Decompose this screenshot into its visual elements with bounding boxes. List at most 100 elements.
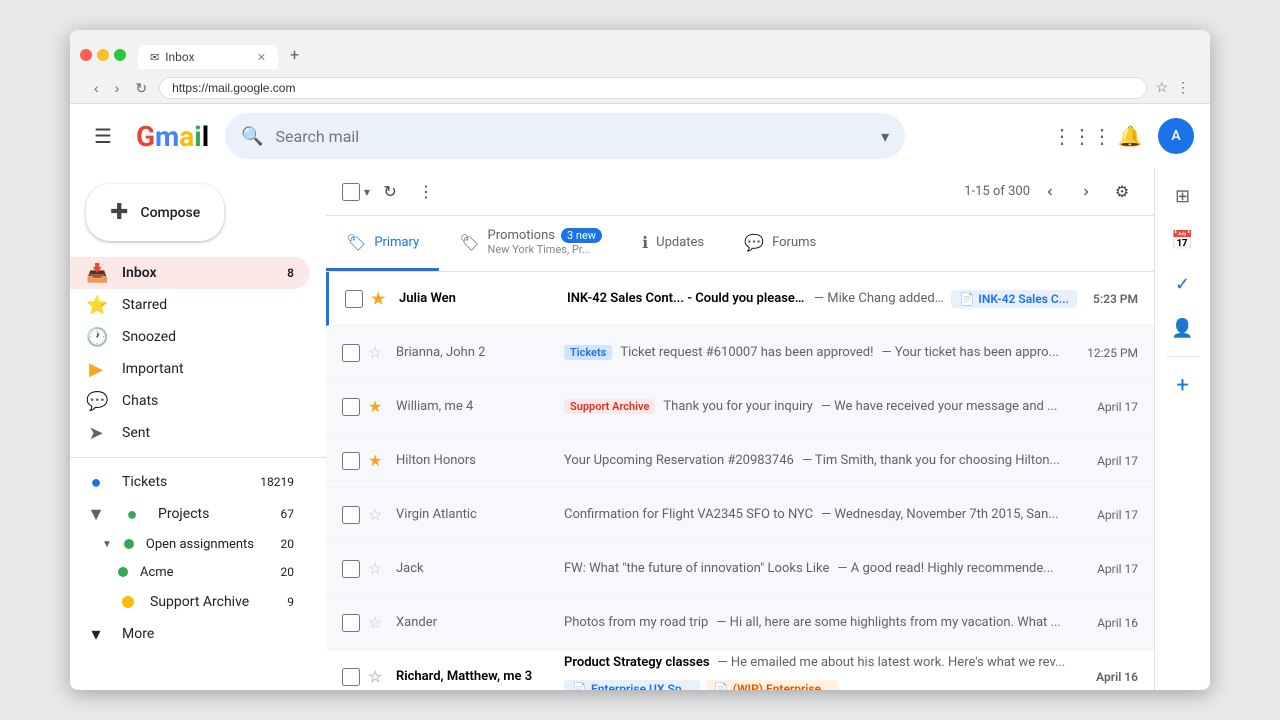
email-sender: Brianna, John 2: [396, 345, 556, 360]
email-snippet: — Tim Smith, thank you for choosing Hilt…: [802, 453, 1060, 468]
browser-settings-icon[interactable]: ⋮: [1176, 80, 1190, 96]
updates-tab-label: Updates: [656, 235, 704, 250]
sidebar-label-sent: Sent: [122, 425, 294, 441]
star-icon[interactable]: ☆: [368, 343, 388, 362]
promotions-tab-label: Promotions: [488, 228, 555, 243]
sidebar-item-support-archive[interactable]: Support Archive 9: [70, 586, 310, 618]
browser-back-btn[interactable]: ‹: [90, 78, 103, 98]
refresh-btn[interactable]: ↻: [374, 176, 406, 208]
new-tab-btn[interactable]: +: [280, 40, 309, 69]
settings-btn[interactable]: ⚙: [1106, 176, 1138, 208]
email-checkbox[interactable]: [342, 560, 360, 578]
email-body: Your Upcoming Reservation #20983746 — Ti…: [564, 453, 1081, 468]
star-icon[interactable]: ☆: [368, 559, 388, 578]
sidebar-label-tickets: Tickets: [122, 474, 244, 490]
add-apps-icon[interactable]: +: [1163, 365, 1203, 405]
primary-tab-label: Primary: [374, 235, 419, 250]
tab-close-btn[interactable]: ✕: [257, 51, 266, 64]
email-row[interactable]: ★ Julia Wen INK-42 Sales Cont... - Could…: [326, 272, 1154, 326]
email-checkbox[interactable]: [342, 506, 360, 524]
sent-icon: ➤: [86, 423, 106, 444]
email-snippet: — We have received your message and ...: [821, 399, 1058, 414]
email-subject: INK-42 Sales Cont... - Could you please …: [567, 291, 806, 306]
sidebar-item-snoozed[interactable]: 🕐 Snoozed: [70, 321, 310, 353]
nav-divider-1: [70, 457, 326, 458]
more-icon: ▾: [86, 624, 106, 645]
star-icon[interactable]: ☆: [368, 667, 388, 686]
tab-promotions[interactable]: 🏷 Promotions 3 new New York Times, Pr...: [439, 216, 622, 271]
prev-page-btn[interactable]: ‹: [1034, 176, 1066, 208]
compose-button[interactable]: ✚ Compose: [86, 184, 224, 241]
email-sender: Julia Wen: [399, 291, 559, 306]
browser-tab-gmail[interactable]: ✉ Inbox ✕: [138, 45, 278, 69]
sidebar-item-tickets[interactable]: ● Tickets 18219: [70, 466, 310, 498]
star-icon[interactable]: ★: [371, 289, 391, 308]
notifications-icon-btn[interactable]: 🔔: [1110, 116, 1150, 156]
email-time: 12:25 PM: [1087, 346, 1138, 360]
sidebar-item-acme[interactable]: Acme 20: [70, 558, 310, 586]
sidebar-item-projects[interactable]: ▼ ● Projects 67: [70, 498, 310, 530]
email-sender: Xander: [396, 615, 556, 630]
email-row[interactable]: ☆ Virgin Atlantic Confirmation for Fligh…: [326, 488, 1154, 542]
search-input[interactable]: [276, 127, 870, 146]
select-all-checkbox[interactable]: [342, 183, 360, 201]
browser-forward-btn[interactable]: ›: [111, 78, 124, 98]
star-icon[interactable]: ★: [368, 397, 388, 416]
doc-label-2: (WIP) Enterprise...: [733, 682, 832, 690]
email-checkbox[interactable]: [342, 344, 360, 362]
updates-tab-icon: ℹ: [642, 233, 648, 252]
email-time: 5:23 PM: [1093, 292, 1138, 306]
doc-icon: 📄: [959, 292, 974, 306]
email-row[interactable]: ☆ Brianna, John 2 Tickets Ticket request…: [326, 326, 1154, 380]
sidebar-item-starred[interactable]: ⭐ Starred: [70, 289, 310, 321]
tab-updates[interactable]: ℹ Updates: [622, 216, 724, 271]
email-row[interactable]: ★ Hilton Honors Your Upcoming Reservatio…: [326, 434, 1154, 488]
email-checkbox[interactable]: [342, 614, 360, 632]
email-checkbox[interactable]: [345, 290, 363, 308]
browser-star-icon[interactable]: ☆: [1155, 80, 1168, 96]
email-snippet: — Hi all, here are some highlights from …: [716, 615, 1060, 630]
acme-dot: [118, 567, 128, 577]
google-apps-icon[interactable]: ⊞: [1163, 176, 1203, 216]
sidebar-item-open-assignments[interactable]: ▼ Open assignments 20: [70, 530, 310, 558]
email-snippet: — A good read! Highly recommende...: [837, 561, 1053, 576]
contacts-right-icon[interactable]: 👤: [1163, 308, 1203, 348]
browser-maximize-btn[interactable]: [114, 49, 126, 61]
doc-label: INK-42 Sales C...: [978, 292, 1069, 306]
address-bar[interactable]: [159, 77, 1147, 99]
sidebar-item-more[interactable]: ▾ More: [70, 618, 310, 650]
sidebar-item-important[interactable]: ▶ Important: [70, 353, 310, 385]
email-row[interactable]: ☆ Richard, Matthew, me 3 Product Strateg…: [326, 650, 1154, 690]
sidebar-item-inbox[interactable]: 📥 Inbox 8: [70, 257, 310, 289]
email-checkbox[interactable]: [342, 452, 360, 470]
email-checkbox[interactable]: [342, 398, 360, 416]
email-row[interactable]: ★ William, me 4 Support Archive Thank yo…: [326, 380, 1154, 434]
email-row[interactable]: ☆ Jack FW: What "the future of innovatio…: [326, 542, 1154, 596]
star-icon[interactable]: ☆: [368, 505, 388, 524]
browser-minimize-btn[interactable]: [97, 49, 109, 61]
right-sidebar: ⊞ 📅 ✓ 👤 +: [1154, 168, 1210, 690]
apps-icon-btn[interactable]: ⋮⋮⋮: [1062, 116, 1102, 156]
calendar-right-icon[interactable]: 📅: [1163, 220, 1203, 260]
star-icon[interactable]: ☆: [368, 613, 388, 632]
sidebar-item-sent[interactable]: ➤ Sent: [70, 417, 310, 449]
search-dropdown-icon[interactable]: ▾: [881, 127, 889, 146]
email-checkbox[interactable]: [342, 668, 360, 686]
avatar[interactable]: A: [1158, 118, 1194, 154]
browser-refresh-btn[interactable]: ↻: [131, 78, 151, 99]
star-icon[interactable]: ★: [368, 451, 388, 470]
browser-close-btn[interactable]: [80, 49, 92, 61]
tab-favicon: ✉: [150, 51, 159, 64]
email-time: April 16: [1096, 670, 1138, 684]
tab-forums[interactable]: 💬 Forums: [724, 216, 836, 271]
select-dropdown-icon[interactable]: ▾: [364, 185, 370, 199]
email-row[interactable]: ☆ Xander Photos from my road trip — Hi a…: [326, 596, 1154, 650]
hamburger-menu-icon[interactable]: ☰: [86, 116, 120, 156]
next-page-btn[interactable]: ›: [1070, 176, 1102, 208]
sidebar-label-inbox: Inbox: [122, 265, 271, 281]
doc-icon-2: 📄: [714, 682, 729, 690]
tab-primary[interactable]: 🏷 Primary: [326, 216, 439, 271]
sidebar-item-chats[interactable]: 💬 Chats: [70, 385, 310, 417]
tasks-right-icon[interactable]: ✓: [1163, 264, 1203, 304]
more-options-btn[interactable]: ⋮: [410, 176, 442, 208]
